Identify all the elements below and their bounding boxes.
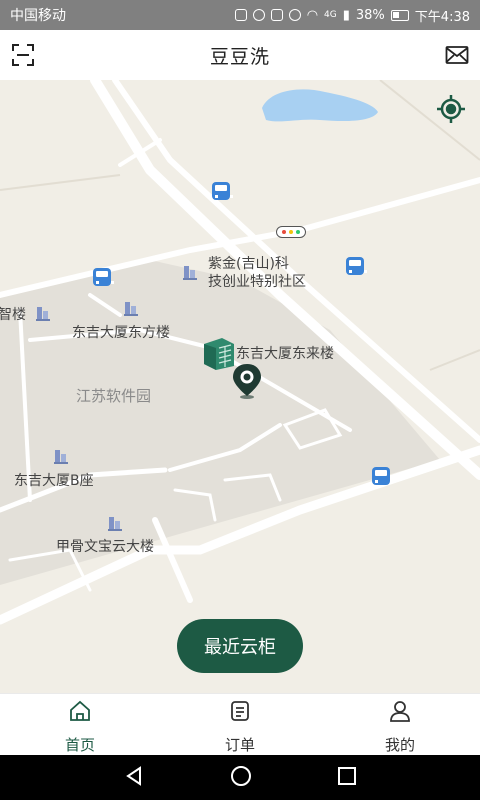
home-circle-icon[interactable]: [230, 765, 252, 791]
time-label: 下午4:38: [414, 9, 470, 25]
poi-label-b-zuo: 东吉大厦B座: [14, 473, 94, 489]
eye-icon: [288, 9, 301, 21]
alarm-icon: [252, 9, 265, 21]
carrier-label: 中国移动: [10, 8, 66, 24]
building-icon: [124, 300, 138, 316]
bus-stop-icon: [372, 467, 393, 485]
signal-icon: ▮: [342, 7, 350, 23]
tab-mine-label: 我的: [384, 736, 415, 754]
system-nav-bar: [0, 755, 480, 800]
lake: [262, 89, 378, 122]
vibrate-icon: [234, 9, 247, 21]
district-block: [0, 260, 440, 585]
poi-label-donglai: 东吉大厦东来楼: [236, 346, 334, 362]
poi-label-jiagu: 甲骨文宝云大楼: [56, 539, 154, 555]
building-icon: [108, 515, 122, 531]
tab-mine[interactable]: 我的: [320, 694, 480, 755]
bus-stop-icon: [212, 182, 233, 200]
area-label-ruanjianyuan: 江苏软件园: [76, 387, 152, 405]
tab-home[interactable]: 首页: [0, 694, 160, 755]
poi-label-zijin-1: 紫金(吉山)科: [208, 256, 289, 272]
network-label: 4G: [324, 10, 337, 20]
bottom-tab-bar: 首页 订单 我的: [0, 693, 480, 755]
recents-icon[interactable]: [337, 766, 357, 790]
traffic-light-icon: [276, 226, 306, 238]
nearest-locker-button[interactable]: 最近云柜: [177, 619, 303, 673]
poi-label-dongfang: 东吉大厦东方楼: [72, 325, 170, 341]
wifi-icon: ◠: [306, 7, 319, 23]
locate-icon[interactable]: [436, 94, 466, 124]
map-view[interactable]: 紫金(吉山)科 技创业特别社区 智楼 东吉大厦东方楼 东吉大厦东来楼 江苏软件园…: [0, 80, 480, 693]
app-header: 豆豆洗: [0, 30, 480, 80]
order-list-icon: [227, 698, 253, 724]
back-icon[interactable]: [123, 765, 145, 791]
scan-icon[interactable]: [10, 42, 36, 68]
hd-icon: [270, 9, 283, 21]
bus-stop-icon: [93, 268, 114, 286]
location-pin-icon: [230, 362, 264, 400]
status-bar: 中国移动 ◠ 4G ▮ 38% 下午4:38: [0, 0, 480, 30]
user-icon: [387, 698, 413, 724]
building-icon: [54, 448, 68, 464]
page-title: 豆豆洗: [209, 45, 270, 68]
tab-orders-label: 订单: [224, 736, 255, 754]
battery-icon: [390, 9, 409, 21]
tab-home-label: 首页: [64, 736, 95, 754]
bus-stop-icon: [346, 257, 367, 275]
home-icon: [67, 698, 93, 724]
tab-orders[interactable]: 订单: [160, 694, 320, 755]
battery-percent: 38%: [355, 7, 385, 23]
poi-label-zhilou: 智楼: [0, 307, 26, 323]
mail-icon[interactable]: [444, 42, 470, 68]
status-icons: ◠ 4G ▮ 38% 下午4:38: [234, 6, 470, 25]
poi-label-zijin-2: 技创业特别社区: [208, 274, 306, 290]
building-icon: [36, 305, 50, 321]
building-icon: [183, 264, 197, 280]
